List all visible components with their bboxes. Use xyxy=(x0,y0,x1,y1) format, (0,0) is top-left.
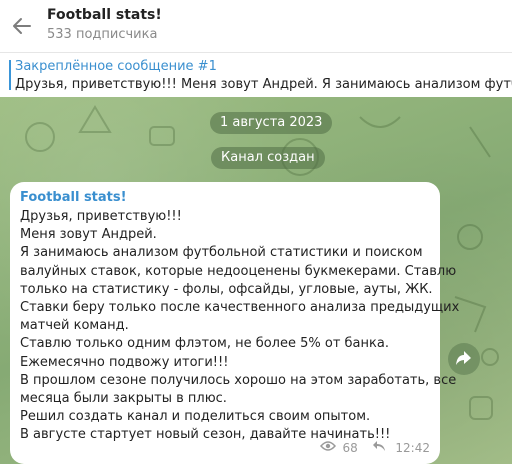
chat-area[interactable]: 1 августа 2023 Канал создан Football sta… xyxy=(0,97,512,464)
message-meta: 68 12:42 xyxy=(319,440,430,456)
message-line: валуйных ставок, которые недооценены бук… xyxy=(20,263,457,279)
message-line: Меня зовут Андрей. xyxy=(20,227,157,243)
date-separator: 1 августа 2023 xyxy=(210,112,333,134)
message-line: матчей команд. xyxy=(20,318,129,334)
forward-button[interactable] xyxy=(448,343,480,375)
eye-icon xyxy=(319,440,336,455)
back-arrow-icon[interactable] xyxy=(10,14,34,38)
message-line: месяца были закрыты в плюс. xyxy=(20,391,227,407)
share-icon xyxy=(456,351,471,365)
chat-header: Football stats! 533 подписчика xyxy=(0,0,512,52)
message-line: Я занимаюсь анализом футбольной статисти… xyxy=(20,245,423,261)
reply-arrow-icon xyxy=(372,440,386,455)
message-time: 12:42 xyxy=(395,440,430,455)
message-text: Друзья, приветствую!!! Меня зовут Андрей… xyxy=(20,208,460,445)
message-sender[interactable]: Football stats! xyxy=(20,190,127,205)
message-bubble[interactable]: Football stats! Друзья, приветствую!!! М… xyxy=(10,182,460,464)
message-line: В прошлом сезоне получилось хорошо на эт… xyxy=(20,372,457,388)
message-line: Решил создать канал и поделиться своим о… xyxy=(20,409,371,425)
message-line: Ставки беру только после качественного а… xyxy=(20,300,460,316)
pinned-indicator xyxy=(9,60,11,90)
message-line: Друзья, приветствую!!! xyxy=(20,209,182,224)
pinned-message-bar[interactable]: Закреплённое сообщение #1 Друзья, привет… xyxy=(0,52,512,97)
message-line: Ежемесячно подвожу итоги!!! xyxy=(20,354,229,370)
channel-created-notice: Канал создан xyxy=(211,147,325,169)
pinned-text: Друзья, приветствую!!! Меня зовут Андрей… xyxy=(15,77,512,92)
message-line: Ставлю только одним флэтом, не более 5% … xyxy=(20,336,389,352)
pinned-label: Закреплённое сообщение #1 xyxy=(15,59,217,74)
channel-title[interactable]: Football stats! xyxy=(47,7,162,23)
subscriber-count: 533 подписчика xyxy=(47,27,158,42)
view-count: 68 xyxy=(342,440,358,455)
message-line: только на статистику - фолы, офсайды, уг… xyxy=(20,281,433,297)
